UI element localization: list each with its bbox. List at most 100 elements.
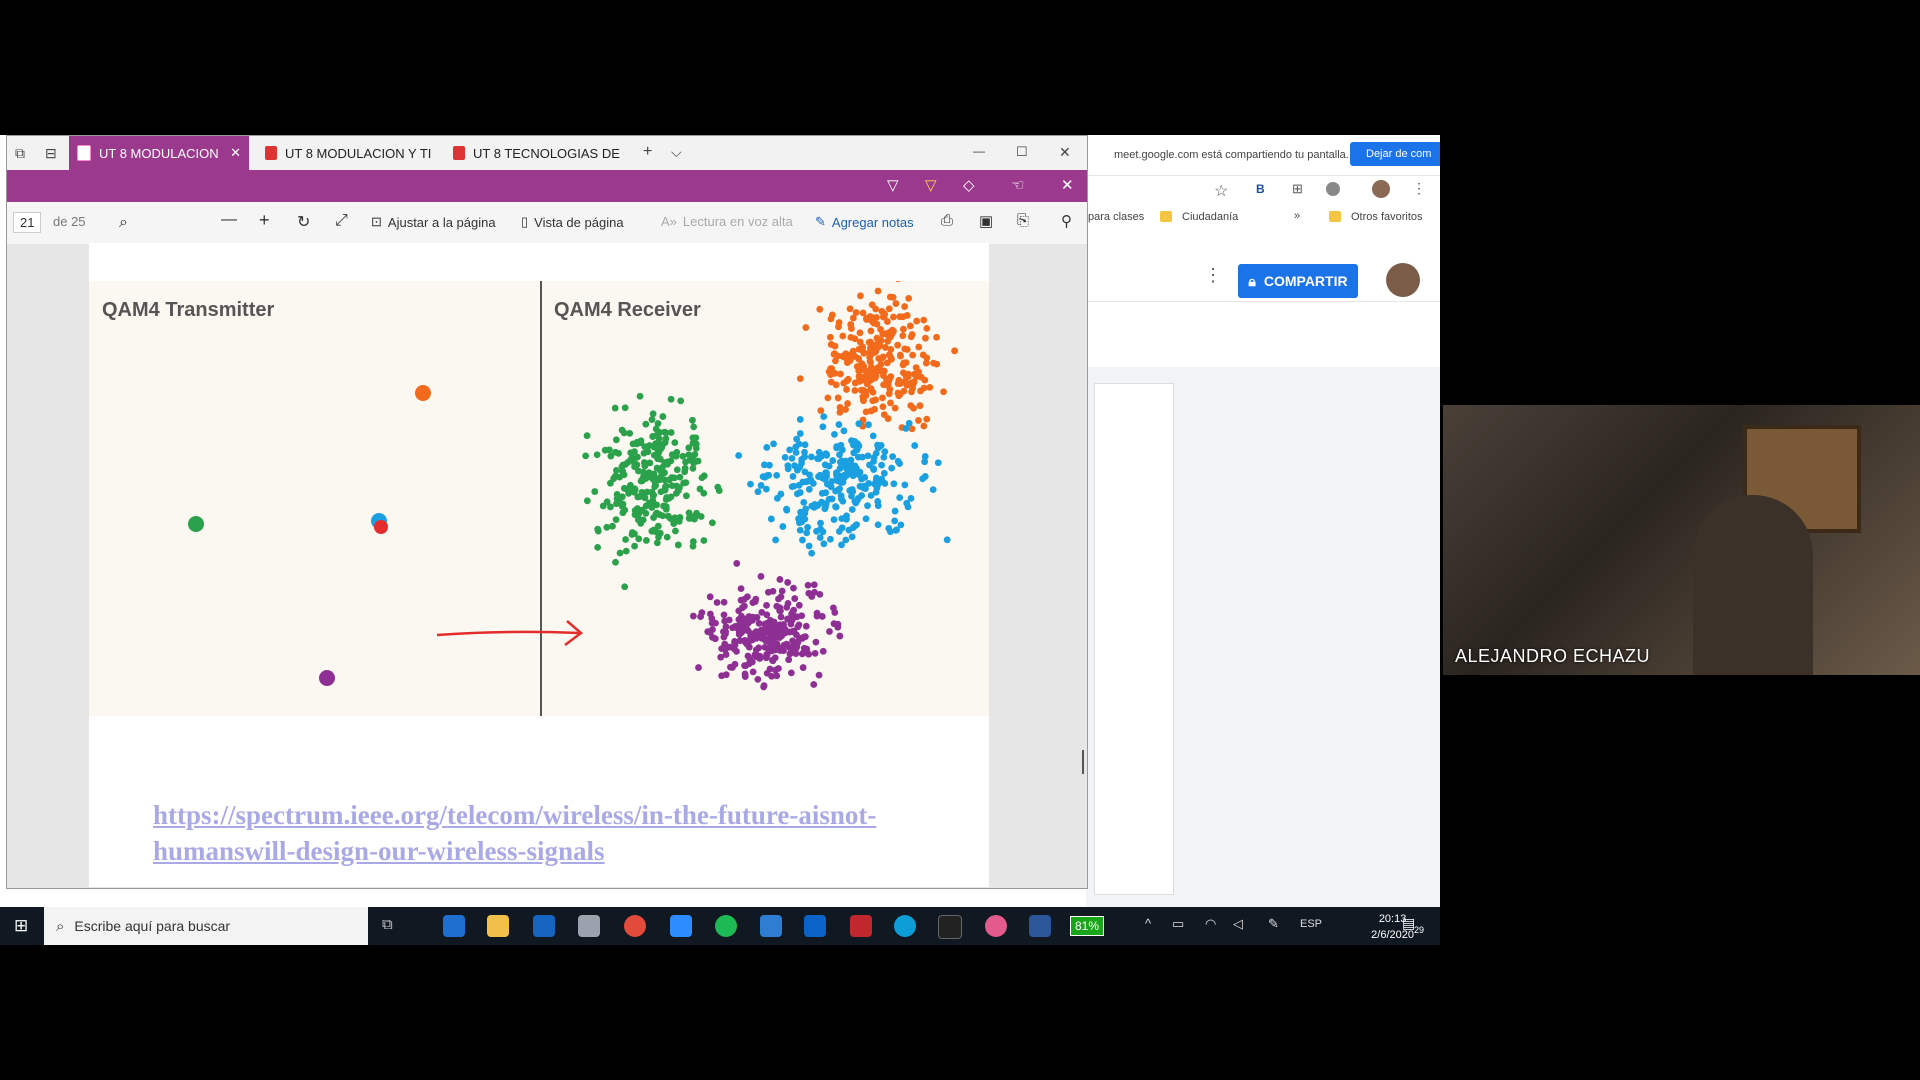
rotate-icon[interactable]: ↻ bbox=[297, 212, 310, 232]
tab-label: UT 8 MODULACION Y TI bbox=[285, 145, 432, 161]
rx-cluster-green bbox=[634, 493, 642, 501]
terminal-icon[interactable] bbox=[938, 915, 962, 939]
search-icon[interactable]: ⌕ bbox=[119, 214, 128, 232]
chrome-icon[interactable] bbox=[624, 915, 646, 937]
touch-writing-icon[interactable]: ☜ bbox=[1011, 176, 1024, 194]
fit-page-button[interactable]: ⊡ Ajustar a la página bbox=[371, 214, 496, 230]
file-explorer-icon[interactable] bbox=[487, 915, 509, 937]
rx-cluster-green bbox=[661, 486, 669, 494]
add-notes-button[interactable]: ✎ Agregar notas bbox=[815, 214, 914, 230]
rx-cluster-blue bbox=[796, 430, 804, 437]
rx-cluster-orange bbox=[879, 353, 887, 361]
windows-start-icon[interactable]: ⊞ bbox=[14, 916, 28, 936]
rx-cluster-blue bbox=[838, 524, 846, 532]
spotify-icon[interactable] bbox=[715, 915, 737, 937]
l-app-icon[interactable] bbox=[760, 915, 782, 937]
close-tab-icon[interactable]: ✕ bbox=[230, 145, 241, 161]
folder-icon bbox=[1160, 211, 1172, 222]
filezilla-icon[interactable] bbox=[850, 915, 872, 937]
meet-avatar[interactable] bbox=[1386, 263, 1420, 297]
rx-cluster-purple bbox=[771, 641, 779, 649]
pen-workspace-icon[interactable]: ✎ bbox=[1268, 916, 1279, 932]
rx-cluster-orange bbox=[849, 347, 857, 355]
rx-cluster-green bbox=[656, 455, 664, 463]
print-icon[interactable]: ⎙ bbox=[941, 212, 953, 229]
save-icon[interactable]: ▣ bbox=[979, 212, 993, 230]
zoom-out-icon[interactable]: — bbox=[221, 211, 237, 229]
grid-icon[interactable]: ⊞ bbox=[1292, 181, 1303, 197]
rx-cluster-green bbox=[582, 452, 590, 460]
new-tab-button[interactable]: + bbox=[643, 143, 652, 161]
taskbar-search[interactable]: ⌕ Escribe aquí para buscar bbox=[44, 907, 368, 945]
edge-icon[interactable] bbox=[443, 915, 465, 937]
rx-cluster-orange bbox=[796, 375, 804, 383]
close-ink-icon[interactable]: ✕ bbox=[1061, 176, 1074, 194]
eraser-icon[interactable]: ◇ bbox=[963, 176, 975, 194]
scrollbar-thumb[interactable] bbox=[1082, 750, 1084, 774]
bookmark-otros-favoritos[interactable]: Otros favoritos bbox=[1351, 211, 1423, 223]
extension-circle-icon[interactable] bbox=[1326, 182, 1340, 196]
rx-cluster-orange bbox=[817, 407, 825, 414]
tab-actions-icon[interactable]: ⧉ bbox=[15, 145, 25, 162]
rx-cluster-purple bbox=[773, 602, 781, 610]
bookmark-para-clases[interactable]: para clases bbox=[1088, 211, 1144, 223]
tab-ut8-modulacion[interactable]: UT 8 MODULACION ✕ bbox=[69, 136, 249, 170]
rx-cluster-orange bbox=[816, 305, 824, 313]
page-view-button[interactable]: ▯ Vista de página bbox=[521, 214, 624, 230]
volume-icon[interactable]: ◁ bbox=[1233, 916, 1243, 932]
paint-icon[interactable] bbox=[985, 915, 1007, 937]
pin-toolbar-icon[interactable]: ⚲ bbox=[1061, 212, 1072, 230]
fullscreen-icon[interactable]: ⤢ bbox=[335, 212, 348, 230]
minimize-button[interactable]: — bbox=[973, 144, 985, 158]
rx-cluster-green bbox=[682, 458, 689, 466]
tab-ut8-modulacion-y-ti[interactable]: UT 8 MODULACION Y TI bbox=[257, 136, 437, 170]
read-aloud-button[interactable]: A» Lectura en voz alta bbox=[661, 214, 793, 229]
rx-cluster-green bbox=[631, 507, 639, 514]
task-view-icon[interactable]: ⧉ bbox=[382, 916, 393, 933]
tab-ut8-tecnologias[interactable]: UT 8 TECNOLOGIAS DE bbox=[445, 136, 635, 170]
battery-indicator[interactable]: 81% bbox=[1070, 916, 1105, 936]
chevron-up-icon[interactable]: ^ bbox=[1145, 916, 1151, 931]
language-indicator[interactable]: ESP bbox=[1300, 918, 1322, 930]
word-icon[interactable] bbox=[1029, 915, 1051, 937]
extension-b-icon[interactable]: B bbox=[1256, 182, 1265, 196]
highlighter-icon[interactable]: ▽ bbox=[887, 176, 899, 194]
zoom-icon[interactable] bbox=[670, 915, 692, 937]
meet-options-icon[interactable]: ⋮ bbox=[1204, 265, 1222, 286]
star-icon[interactable]: ☆ bbox=[1214, 181, 1228, 201]
tab-aside-icon[interactable]: ⊟ bbox=[45, 145, 57, 162]
pdf-icon bbox=[265, 146, 277, 160]
rx-cluster-blue bbox=[795, 440, 803, 448]
rx-cluster-purple bbox=[810, 581, 818, 589]
rx-cluster-green bbox=[612, 516, 620, 524]
skype-icon[interactable] bbox=[894, 915, 916, 937]
close-window-button[interactable]: ✕ bbox=[1059, 144, 1071, 161]
rx-cluster-blue bbox=[907, 494, 915, 502]
battery-icon[interactable]: ▭ bbox=[1172, 916, 1184, 932]
zoom-in-icon[interactable]: + bbox=[259, 210, 270, 231]
maximize-button[interactable]: ☐ bbox=[1016, 144, 1028, 160]
mail-icon[interactable] bbox=[804, 915, 826, 937]
rx-cluster-orange bbox=[895, 281, 901, 283]
bookmark-ciudadania[interactable]: Ciudadanía bbox=[1182, 211, 1238, 223]
rx-cluster-blue bbox=[735, 452, 743, 459]
app-icon[interactable] bbox=[578, 915, 600, 937]
rx-cluster-orange bbox=[857, 386, 865, 394]
rx-cluster-blue bbox=[829, 457, 837, 464]
save-as-icon[interactable]: ⎘ bbox=[1017, 212, 1029, 229]
ieee-link[interactable]: https://spectrum.ieee.org/telecom/wirele… bbox=[153, 797, 973, 869]
participant-video[interactable]: ALEJANDRO ECHAZU bbox=[1443, 405, 1920, 675]
tab-list-icon[interactable]: ⌵ bbox=[671, 144, 682, 161]
share-button[interactable]: 🔒︎ COMPARTIR bbox=[1238, 264, 1358, 298]
profile-avatar[interactable] bbox=[1372, 180, 1390, 198]
more-menu-icon[interactable]: ⋮ bbox=[1412, 180, 1426, 197]
rx-cluster-orange bbox=[951, 347, 958, 355]
rx-cluster-orange bbox=[836, 404, 844, 411]
outlook-icon[interactable] bbox=[533, 915, 555, 937]
highlighter-yellow-icon[interactable]: ▽ bbox=[925, 176, 937, 194]
wifi-icon[interactable]: ◠ bbox=[1205, 916, 1216, 932]
stop-sharing-button[interactable]: Dejar de com bbox=[1350, 142, 1440, 166]
page-number-input[interactable]: 21 bbox=[13, 212, 42, 233]
rx-cluster-purple bbox=[727, 663, 734, 671]
bookmarks-overflow[interactable]: » bbox=[1294, 210, 1300, 222]
